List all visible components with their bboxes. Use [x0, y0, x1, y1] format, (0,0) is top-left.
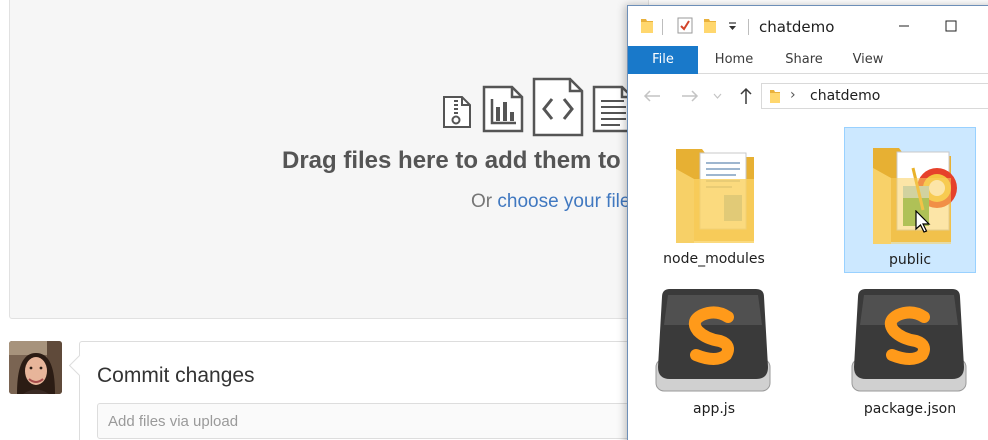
up-arrow-icon	[740, 87, 752, 104]
commit-changes-panel: Commit changes	[79, 341, 679, 440]
file-item-label: app.js	[693, 401, 735, 417]
file-item-app-js[interactable]: app.js	[648, 283, 780, 429]
drop-zone-subtitle: Or choose your files	[471, 191, 640, 213]
file-item-label: public	[888, 252, 932, 268]
minimize-button[interactable]	[893, 15, 915, 37]
forward-arrow-icon	[682, 90, 699, 102]
recent-locations-button[interactable]	[711, 85, 723, 107]
code-file-icon	[532, 77, 584, 137]
up-button[interactable]	[735, 85, 757, 107]
choose-files-link[interactable]: choose your files	[497, 191, 640, 212]
mouse-cursor-icon	[915, 210, 931, 233]
drop-sub-prefix: Or	[471, 191, 493, 212]
avatar-image	[9, 341, 62, 394]
chart-file-icon	[482, 85, 524, 133]
file-item-package-json[interactable]: package.json	[844, 283, 976, 429]
minimize-icon	[899, 25, 909, 27]
file-explorer-window: chatdemo File Home Share View › chatdemo…	[627, 5, 988, 440]
commit-message-input[interactable]	[97, 403, 657, 439]
user-avatar[interactable]	[9, 341, 62, 394]
navigation-bar: › chatdemo	[628, 79, 988, 113]
tab-file[interactable]: File	[628, 46, 698, 74]
file-item-label: node_modules	[663, 251, 765, 267]
back-button[interactable]	[641, 85, 663, 107]
properties-icon[interactable]	[677, 17, 693, 34]
file-drop-zone[interactable]: Drag files here to add them to your repo…	[9, 0, 803, 319]
new-folder-icon[interactable]	[703, 17, 717, 34]
zip-file-icon	[443, 96, 471, 128]
ribbon-tabs: File Home Share View	[628, 46, 988, 74]
screen: Drag files here to add them to your repo…	[0, 0, 988, 440]
maximize-button[interactable]	[940, 15, 962, 37]
quick-access-dropdown-icon[interactable]	[728, 22, 737, 31]
address-path: chatdemo	[810, 88, 881, 104]
sublime-text-file-icon	[655, 289, 771, 392]
address-bar[interactable]: › chatdemo	[761, 83, 988, 109]
chevron-down-icon	[713, 93, 721, 99]
window-title: chatdemo	[759, 18, 835, 36]
folder-icon	[770, 90, 780, 103]
tab-view[interactable]: View	[840, 46, 896, 74]
file-item-label: package.json	[863, 401, 957, 417]
tab-home[interactable]: Home	[706, 46, 762, 74]
forward-button[interactable]	[679, 85, 701, 107]
title-separator	[662, 19, 663, 35]
title-bar[interactable]: chatdemo	[628, 6, 988, 46]
folder-with-image-icon	[873, 148, 957, 244]
breadcrumb-chevron-icon: ›	[790, 87, 796, 103]
folder-icon	[641, 19, 653, 33]
file-item-public[interactable]: public	[844, 127, 976, 273]
back-arrow-icon	[643, 90, 660, 102]
title-separator	[748, 19, 749, 35]
folder-with-documents-icon	[676, 149, 754, 243]
file-item-node-modules[interactable]: node_modules	[648, 127, 780, 273]
tab-share[interactable]: Share	[776, 46, 832, 74]
commit-title: Commit changes	[97, 364, 255, 387]
maximize-icon	[945, 20, 957, 32]
sublime-text-file-icon	[851, 289, 967, 392]
